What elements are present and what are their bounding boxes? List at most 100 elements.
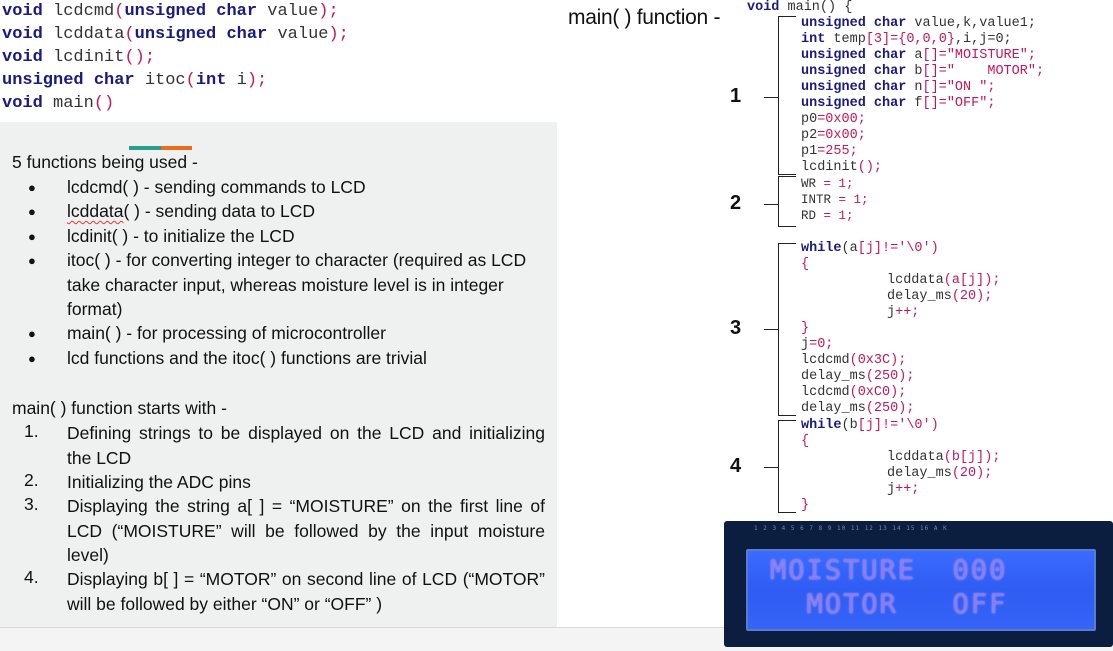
bullet-dot: ● bbox=[28, 180, 36, 195]
code-text: j bbox=[887, 305, 896, 320]
step-text: Displaying b[ ] = “MOTOR” on second line… bbox=[67, 569, 545, 614]
functions-heading: 5 functions being used - bbox=[12, 152, 198, 172]
bracket-1-bottom bbox=[778, 174, 796, 175]
keyword: unsigned char bbox=[801, 80, 907, 95]
code-symbol: =0x00; bbox=[817, 112, 866, 127]
code-line: void main() { bbox=[747, 0, 852, 16]
code-symbol: (b[j]); bbox=[943, 450, 1001, 465]
item-text-rest: ( ) - sending data to LCD bbox=[123, 201, 316, 221]
function-item-main: main( ) - for processing of microcontrol… bbox=[67, 323, 386, 343]
keyword: void bbox=[2, 25, 43, 44]
step-number: 1. bbox=[24, 421, 39, 441]
function-item-lcdinit: lcdinit( ) - to initialize the LCD bbox=[67, 226, 295, 246]
lcd-line-1: MOISTURE 000 bbox=[770, 555, 1008, 586]
code-symbol: = 1; bbox=[816, 209, 854, 223]
keyword: while bbox=[801, 241, 842, 256]
code-symbol: []="MOISTURE"; bbox=[922, 48, 1036, 63]
function-item-lcddata: lcddata( ) - sending data to LCD bbox=[67, 199, 545, 224]
accent-bar-orange bbox=[161, 146, 192, 150]
code-text: f bbox=[906, 96, 923, 111]
code-text: lcdcmd bbox=[801, 353, 850, 368]
code-text: n bbox=[906, 80, 923, 95]
code-text: lcdcmd bbox=[801, 385, 850, 400]
code-text: p2 bbox=[801, 128, 818, 143]
code-line: while(b[j]!='\0') bbox=[801, 418, 939, 434]
code-text: RD bbox=[801, 209, 817, 223]
bracket-4-pointer bbox=[764, 467, 778, 468]
keyword: unsigned char bbox=[124, 2, 258, 21]
code-symbol: (a[j]); bbox=[943, 273, 1001, 288]
function-name: lcdcmd bbox=[53, 2, 115, 21]
bullet-dot: ● bbox=[28, 351, 36, 366]
code-line: delay_ms(250); bbox=[801, 369, 914, 385]
code-line: unsigned char n[]="ON "; bbox=[801, 80, 995, 96]
code-symbol: (20); bbox=[951, 466, 993, 481]
function-item-itoc: itoc( ) - for converting integer to char… bbox=[67, 250, 527, 319]
code-text: lcddata bbox=[887, 450, 944, 465]
prototype-main: void main() bbox=[0, 92, 397, 115]
code-symbol: (20); bbox=[951, 289, 993, 304]
code-line: INTR = 1; bbox=[801, 192, 869, 208]
keyword: unsigned char bbox=[801, 96, 907, 111]
paren: (); bbox=[124, 48, 156, 67]
code-symbol: (); bbox=[857, 160, 883, 175]
code-symbol: ++; bbox=[895, 482, 920, 497]
keyword: unsigned char bbox=[801, 64, 907, 79]
lcd-photo: 1 2 3 4 5 6 7 8 9 10 11 12 13 14 15 16 A… bbox=[724, 521, 1113, 647]
bracket-1 bbox=[778, 16, 779, 174]
function-item-note: lcd functions and the itoc( ) functions … bbox=[67, 348, 427, 368]
step-text: Displaying the string a[ ] = “MOISTURE” … bbox=[67, 496, 545, 565]
code-text: delay_ms bbox=[801, 369, 866, 384]
lcd-screen: MOISTURE 000 MOTOR OFF bbox=[746, 549, 1096, 631]
keyword: while bbox=[801, 418, 842, 433]
paren: () bbox=[93, 94, 115, 113]
section-marker-4: 4 bbox=[730, 455, 742, 477]
function-item-lcdcmd: lcdcmd( ) - sending commands to LCD bbox=[67, 177, 366, 197]
section-marker-3: 3 bbox=[730, 317, 742, 339]
code-line: p2=0x00; bbox=[801, 128, 866, 144]
code-text: lcddata bbox=[887, 273, 944, 288]
code-line: RD = 1; bbox=[801, 208, 854, 224]
code-line: lcdinit(); bbox=[801, 160, 882, 176]
code-symbol: [j]!='\0') bbox=[857, 418, 939, 433]
function-name: itoc bbox=[144, 71, 186, 90]
arg-name: i bbox=[226, 71, 247, 90]
bullet-dot: ● bbox=[28, 253, 36, 268]
code-line: unsigned char f[]="OFF"; bbox=[801, 96, 995, 112]
paren: ( bbox=[124, 25, 135, 44]
code-text: (a bbox=[841, 241, 858, 256]
code-line: j=0; bbox=[801, 337, 833, 353]
code-line: { bbox=[801, 257, 810, 272]
code-text: temp bbox=[825, 32, 866, 47]
paren: ); bbox=[318, 2, 339, 21]
bracket-1-top bbox=[778, 16, 796, 17]
bracket-3-top bbox=[778, 243, 796, 244]
code-line: lcddata(b[j]); bbox=[887, 450, 1000, 466]
bullet-dot: ● bbox=[28, 326, 36, 341]
function-name: lcdinit bbox=[53, 48, 125, 67]
prototype-lcdinit: void lcdinit(); bbox=[0, 46, 397, 69]
code-line: lcddata(a[j]); bbox=[887, 273, 1000, 289]
step-number: 2. bbox=[24, 470, 39, 490]
keyword: int bbox=[195, 71, 227, 90]
code-text: WR bbox=[801, 177, 817, 191]
function-name: lcddata bbox=[53, 25, 125, 44]
code-line: j++; bbox=[887, 482, 919, 498]
code-text: delay_ms bbox=[887, 289, 952, 304]
function-prototypes-box: void lcdcmd(unsigned char value); void l… bbox=[0, 0, 397, 122]
code-symbol: []="OFF"; bbox=[922, 96, 996, 111]
code-line: int temp[3]={0,0,0},i,j=0; bbox=[801, 32, 1012, 48]
keyword: unsigned char bbox=[2, 71, 135, 90]
code-symbol: =0; bbox=[809, 337, 834, 352]
paren: ( bbox=[114, 2, 125, 21]
code-symbol: = 1; bbox=[816, 177, 854, 191]
code-line: p0=0x00; bbox=[801, 112, 866, 128]
code-symbol: [3]={0,0,0} bbox=[865, 32, 955, 47]
code-symbol: [j]!='\0') bbox=[857, 241, 939, 256]
code-line: lcdcmd(0xC0); bbox=[801, 385, 906, 401]
keyword: void bbox=[2, 48, 43, 67]
bracket-4-top bbox=[778, 420, 796, 421]
bracket-3-bottom bbox=[778, 415, 796, 416]
spellcheck-word: lcddata bbox=[67, 201, 124, 221]
function-name: main bbox=[53, 94, 94, 113]
